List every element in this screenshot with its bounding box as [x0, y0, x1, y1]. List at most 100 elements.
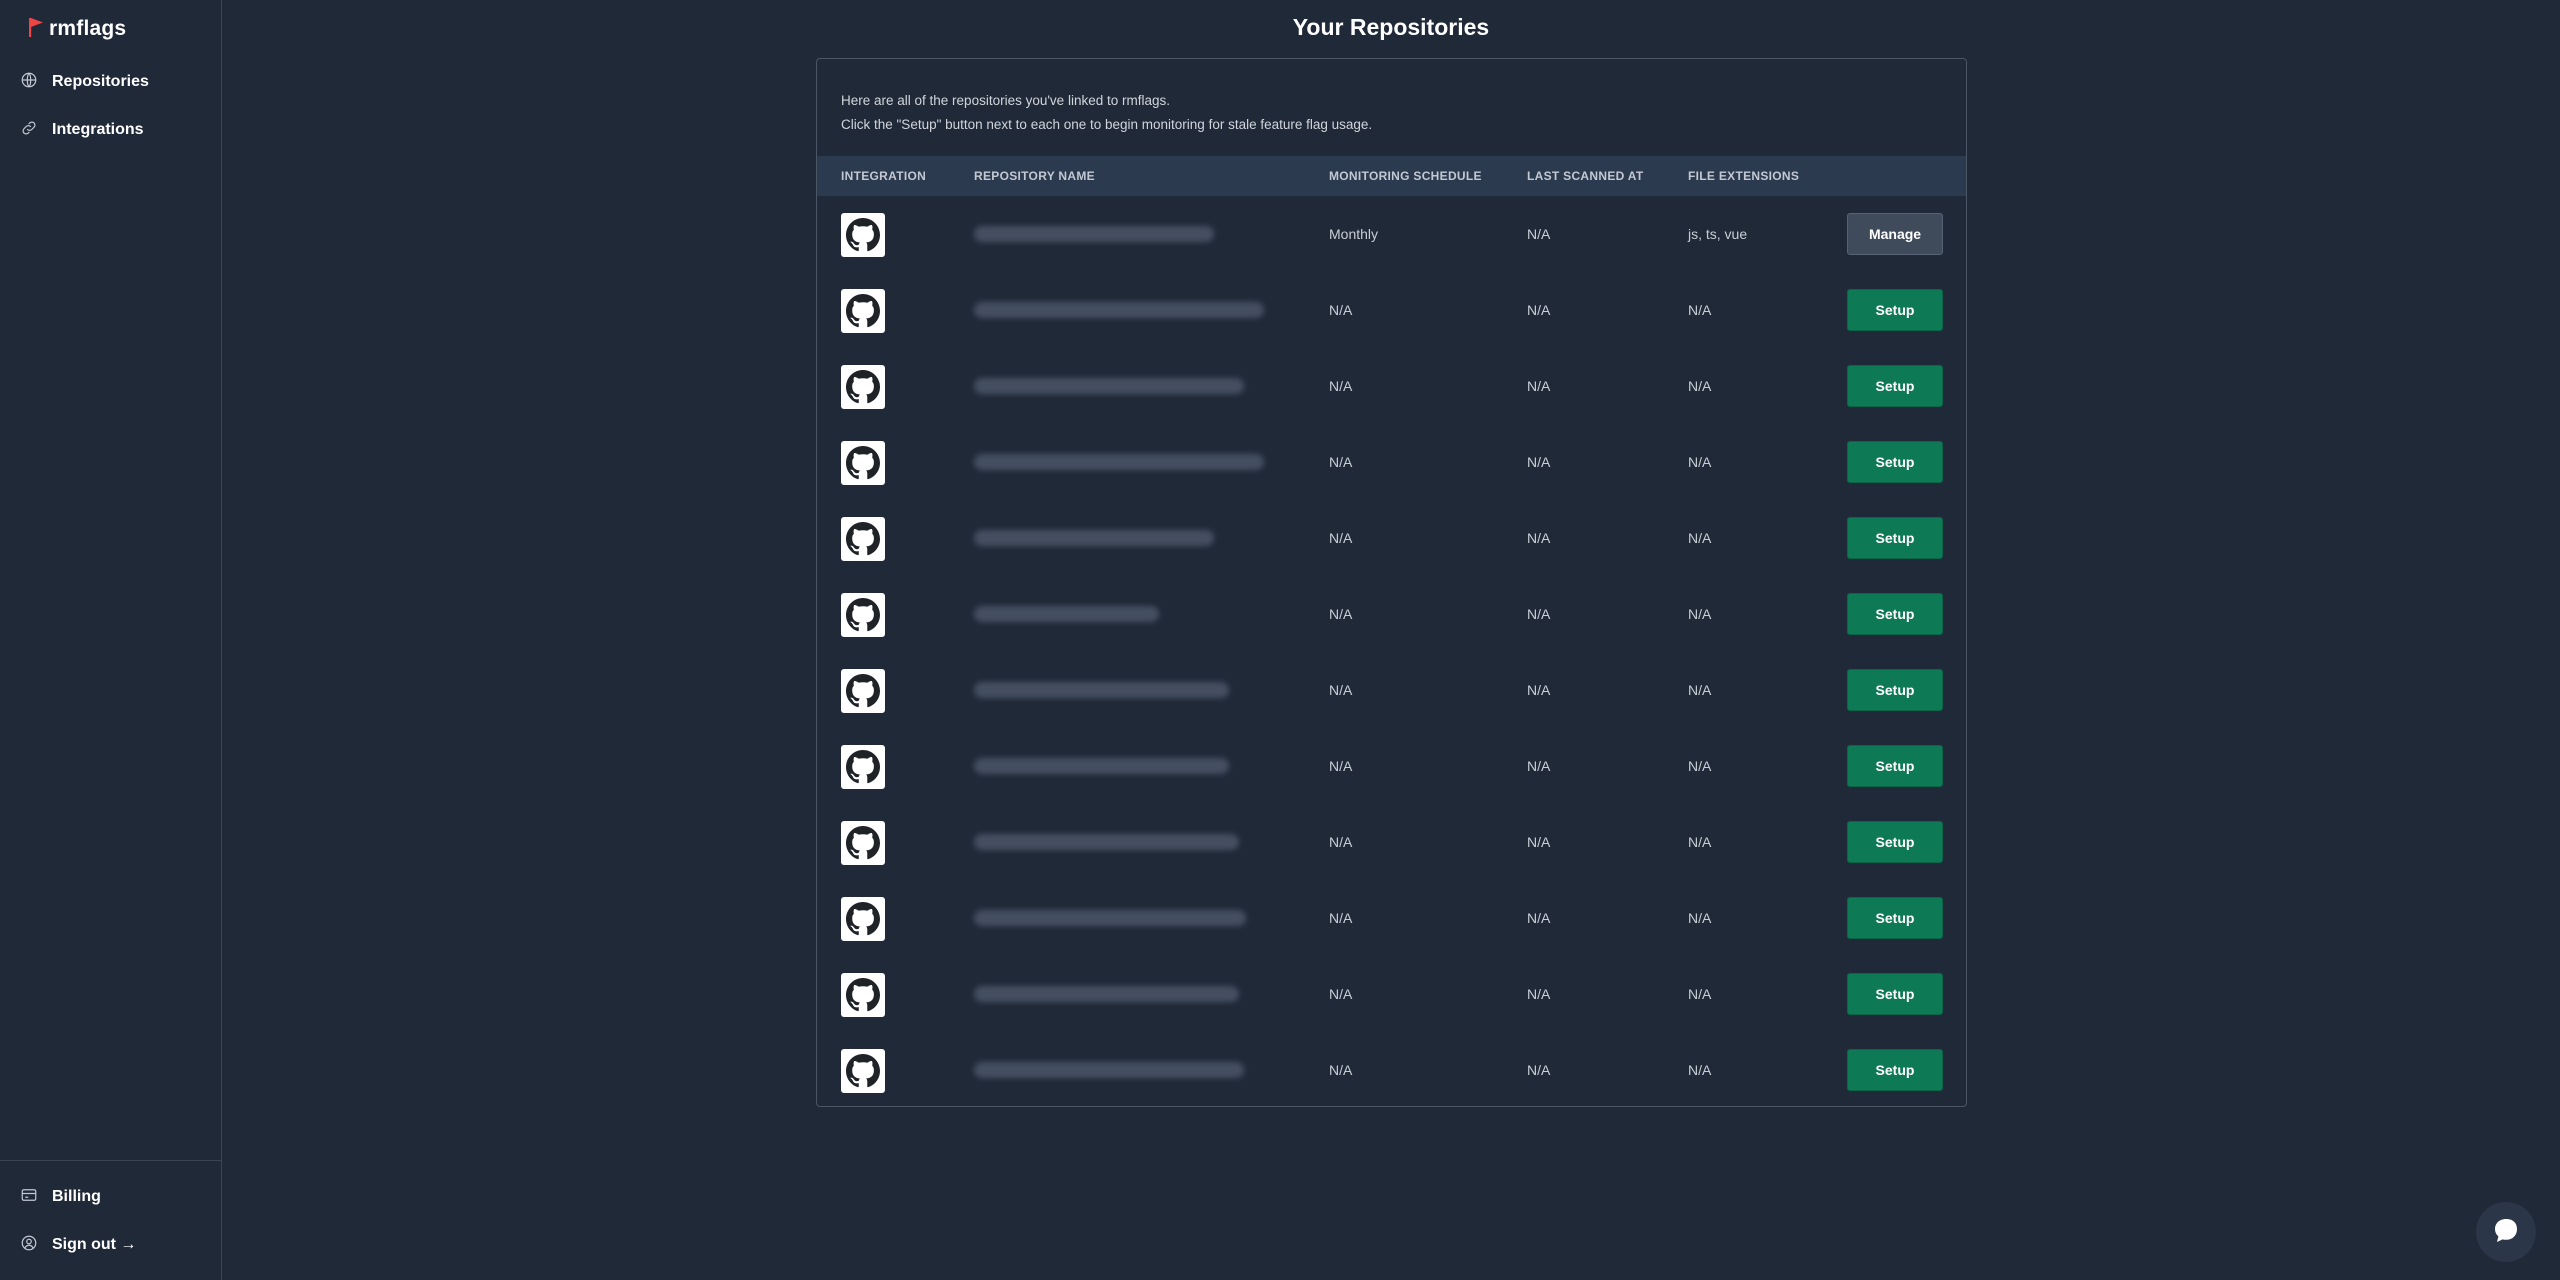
setup-button[interactable]: Setup	[1847, 1049, 1943, 1091]
monitoring-schedule: N/A	[1329, 606, 1353, 622]
table-row: N/A N/A N/A Setup	[817, 804, 1966, 880]
sign-out-link[interactable]: Sign out →	[20, 1231, 136, 1259]
sidebar-item-integrations[interactable]: Integrations	[20, 116, 144, 144]
link-icon	[20, 119, 38, 142]
column-header-file-extensions: FILE EXTENSIONS	[1688, 169, 1800, 183]
monitoring-schedule: N/A	[1329, 530, 1353, 546]
table-header: INTEGRATION REPOSITORY NAME MONITORING S…	[817, 156, 1966, 196]
last-scanned-at: N/A	[1527, 454, 1551, 470]
github-icon	[841, 1049, 885, 1093]
chat-button[interactable]	[2476, 1202, 2536, 1262]
github-icon	[841, 821, 885, 865]
file-extensions: N/A	[1688, 606, 1712, 622]
github-icon	[841, 593, 885, 637]
github-icon	[841, 365, 885, 409]
github-icon	[841, 517, 885, 561]
file-extensions: N/A	[1688, 910, 1712, 926]
repository-name-redacted[interactable]	[974, 302, 1264, 318]
flag-icon	[27, 16, 45, 43]
file-extensions: N/A	[1688, 378, 1712, 394]
repository-name-redacted[interactable]	[974, 1062, 1244, 1078]
repository-name-redacted[interactable]	[974, 606, 1159, 622]
column-header-repository: REPOSITORY NAME	[974, 169, 1095, 183]
column-header-integration: INTEGRATION	[841, 169, 927, 183]
github-icon	[841, 745, 885, 789]
setup-button[interactable]: Setup	[1847, 745, 1943, 787]
monitoring-schedule: Monthly	[1329, 226, 1379, 242]
setup-button[interactable]: Setup	[1847, 669, 1943, 711]
last-scanned-at: N/A	[1527, 682, 1551, 698]
file-extensions: N/A	[1688, 454, 1712, 470]
repository-name-redacted[interactable]	[974, 454, 1264, 470]
repository-name-redacted[interactable]	[974, 758, 1229, 774]
repository-name-redacted[interactable]	[974, 378, 1244, 394]
monitoring-schedule: N/A	[1329, 454, 1353, 470]
last-scanned-at: N/A	[1527, 302, 1551, 318]
setup-button[interactable]: Setup	[1847, 441, 1943, 483]
sidebar-item-billing[interactable]: Billing	[20, 1183, 101, 1211]
setup-button[interactable]: Setup	[1847, 593, 1943, 635]
monitoring-schedule: N/A	[1329, 758, 1353, 774]
globe-icon	[20, 71, 38, 94]
monitoring-schedule: N/A	[1329, 910, 1353, 926]
table-row: N/A N/A N/A Setup	[817, 956, 1966, 1032]
github-icon	[841, 213, 885, 257]
table-row: Monthly N/A js, ts, vue Manage	[817, 196, 1966, 272]
repository-name-redacted[interactable]	[974, 910, 1246, 926]
setup-button[interactable]: Setup	[1847, 897, 1943, 939]
file-extensions: N/A	[1688, 834, 1712, 850]
last-scanned-at: N/A	[1527, 986, 1551, 1002]
setup-button[interactable]: Setup	[1847, 289, 1943, 331]
repositories-panel: Here are all of the repositories you've …	[816, 58, 1967, 1107]
manage-button[interactable]: Manage	[1847, 213, 1943, 255]
file-extensions: N/A	[1688, 530, 1712, 546]
table-row: N/A N/A N/A Setup	[817, 500, 1966, 576]
setup-button[interactable]: Setup	[1847, 517, 1943, 559]
sidebar-item-repositories[interactable]: Repositories	[20, 68, 149, 96]
repository-name-redacted[interactable]	[974, 682, 1229, 698]
setup-button[interactable]: Setup	[1847, 365, 1943, 407]
last-scanned-at: N/A	[1527, 530, 1551, 546]
intro-line-2: Click the "Setup" button next to each on…	[841, 117, 1373, 132]
sidebar-item-label: Billing	[52, 1188, 101, 1205]
repository-name-redacted[interactable]	[974, 986, 1239, 1002]
repository-name-redacted[interactable]	[974, 834, 1239, 850]
column-header-last-scanned: LAST SCANNED AT	[1527, 169, 1644, 183]
setup-button[interactable]: Setup	[1847, 973, 1943, 1015]
last-scanned-at: N/A	[1527, 834, 1551, 850]
sidebar-divider	[0, 1160, 222, 1161]
monitoring-schedule: N/A	[1329, 302, 1353, 318]
repository-name-redacted[interactable]	[974, 226, 1214, 242]
setup-button[interactable]: Setup	[1847, 821, 1943, 863]
intro-line-1: Here are all of the repositories you've …	[841, 93, 1170, 108]
github-icon	[841, 289, 885, 333]
last-scanned-at: N/A	[1527, 606, 1551, 622]
table-row: N/A N/A N/A Setup	[817, 728, 1966, 804]
file-extensions: N/A	[1688, 302, 1712, 318]
last-scanned-at: N/A	[1527, 910, 1551, 926]
repository-name-redacted[interactable]	[974, 530, 1214, 546]
credit-card-icon	[20, 1186, 38, 1209]
table-row: N/A N/A N/A Setup	[817, 880, 1966, 956]
table-row: N/A N/A N/A Setup	[817, 652, 1966, 728]
file-extensions: N/A	[1688, 758, 1712, 774]
monitoring-schedule: N/A	[1329, 834, 1353, 850]
chat-bubble-icon	[2491, 1215, 2521, 1250]
file-extensions: N/A	[1688, 682, 1712, 698]
github-icon	[841, 669, 885, 713]
sidebar-item-label: Sign out →	[52, 1236, 137, 1253]
app-name: rmflags	[49, 17, 127, 40]
user-circle-icon	[20, 1234, 38, 1257]
column-header-schedule: MONITORING SCHEDULE	[1329, 169, 1482, 183]
last-scanned-at: N/A	[1527, 758, 1551, 774]
logo[interactable]: rmflags	[27, 16, 126, 42]
table-row: N/A N/A N/A Setup	[817, 576, 1966, 652]
page-title: Your Repositories	[1292, 14, 1490, 40]
file-extensions: N/A	[1688, 986, 1712, 1002]
monitoring-schedule: N/A	[1329, 378, 1353, 394]
monitoring-schedule: N/A	[1329, 986, 1353, 1002]
file-extensions: js, ts, vue	[1688, 226, 1748, 242]
github-icon	[841, 897, 885, 941]
monitoring-schedule: N/A	[1329, 1062, 1353, 1078]
last-scanned-at: N/A	[1527, 1062, 1551, 1078]
